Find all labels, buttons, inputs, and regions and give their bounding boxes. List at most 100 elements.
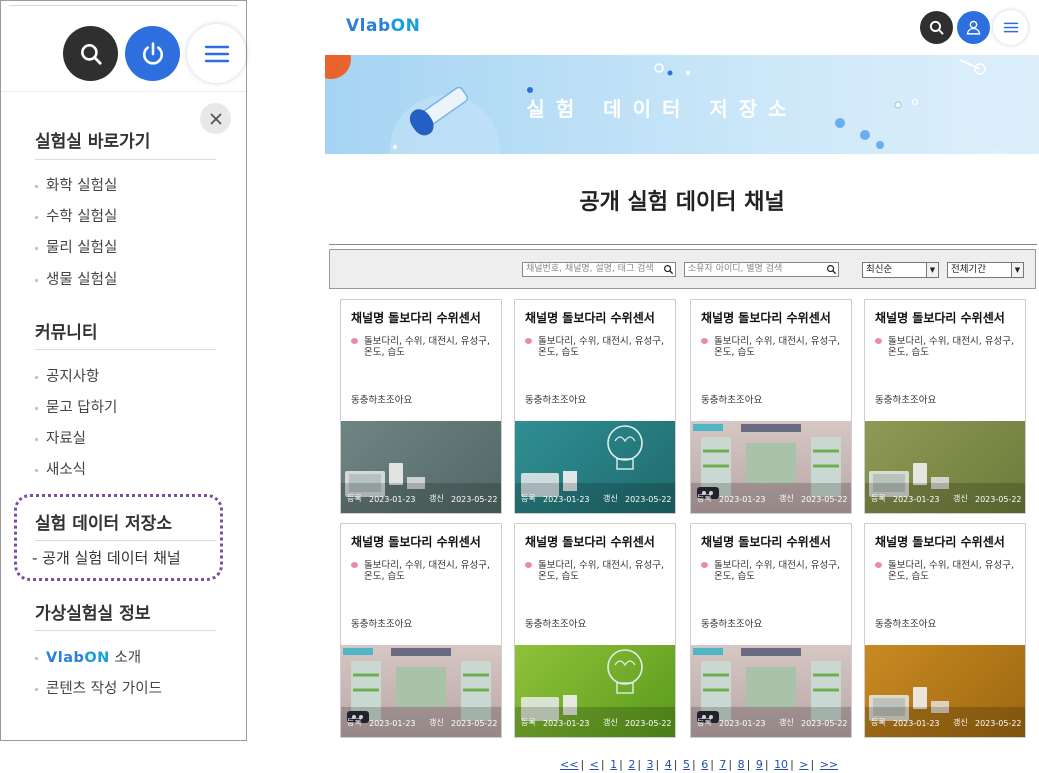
card-thumbnail[interactable]: 등록 2023-01-23 갱신 2023-05-22 [515,421,675,513]
menu-item-public-data-channel[interactable]: - 공개 실험 데이터 채널 [32,547,181,568]
channel-card[interactable]: 채널명 돌보다리 수위센서 돌보다리, 수위, 대전시, 유성구, 온도, 습도 동… [340,523,502,738]
page-link-5[interactable]: 5 [683,758,690,771]
registered-date: 2023-01-23 [719,719,766,728]
owner-search-input[interactable]: 소유자 아이디, 별명 검색 [684,262,839,277]
menu-item-biology-lab[interactable]: 생물 실험실 [35,268,117,289]
updated-label: 갱신 [779,494,794,503]
tag-icon [351,562,358,568]
header-search-button[interactable] [920,11,953,44]
page-link-7[interactable]: 7 [719,758,726,771]
search-icon [80,43,102,65]
mobile-header [1,1,246,92]
card-title[interactable]: 채널명 돌보다리 수위센서 [875,309,1005,326]
channel-search-input[interactable]: 채널번호, 채널명, 설명, 태그 검색 [522,262,676,277]
card-dates: 등록 2023-01-23 갱신 2023-05-22 [691,483,851,513]
divider [35,540,216,541]
registered-label: 등록 [521,718,536,727]
menu-item-about-vlabon[interactable]: VlabON 소개 [35,646,141,667]
user-icon [966,20,981,35]
header-menu-button[interactable] [993,10,1028,45]
card-thumbnail[interactable]: 등록 2023-01-23 갱신 2023-05-22 [341,645,501,737]
channel-card[interactable]: 채널명 돌보다리 수위센서 돌보다리, 수위, 대전시, 유성구, 온도, 습도 동… [340,299,502,514]
card-description: 동충하초조아요 [701,619,763,630]
first-page-link[interactable]: << [560,758,578,771]
card-dates: 등록 2023-01-23 갱신 2023-05-22 [341,707,501,737]
menu-button[interactable] [187,24,246,83]
sort-select[interactable]: 최신순 ▼ [862,262,939,278]
page-link-9[interactable]: 9 [756,758,763,771]
page-link-4[interactable]: 4 [665,758,672,771]
card-description: 동충하초조아요 [351,619,413,630]
chevron-down-icon: ▼ [926,263,938,277]
search-icon [929,20,944,35]
card-thumbnail[interactable]: 등록 2023-01-23 갱신 2023-05-22 [341,421,501,513]
page-link-2[interactable]: 2 [628,758,635,771]
card-thumbnail[interactable]: 등록 2023-01-23 갱신 2023-05-22 [865,645,1025,737]
search-icon[interactable] [826,264,837,275]
menu-item-chemistry-lab[interactable]: 화학 실험실 [35,174,117,195]
updated-label: 갱신 [779,718,794,727]
card-description: 동충하초조아요 [525,395,587,406]
updated-date: 2023-05-22 [625,719,672,728]
site-logo[interactable]: VlabON [346,16,420,36]
channel-card[interactable]: 채널명 돌보다리 수위센서 돌보다리, 수위, 대전시, 유성구, 온도, 습도 동… [690,299,852,514]
card-tags: 돌보다리, 수위, 대전시, 유성구, 온도, 습도 [525,560,673,582]
registered-label: 등록 [871,494,886,503]
updated-label: 갱신 [603,494,618,503]
menu-item-news[interactable]: 새소식 [35,458,86,479]
page-link-8[interactable]: 8 [738,758,745,771]
card-title[interactable]: 채널명 돌보다리 수위센서 [351,309,481,326]
power-button[interactable] [125,26,180,81]
menu-item-physics-lab[interactable]: 물리 실험실 [35,236,117,257]
card-tags: 돌보다리, 수위, 대전시, 유성구, 온도, 습도 [701,560,849,582]
registered-date: 2023-01-23 [369,719,416,728]
channel-card[interactable]: 채널명 돌보다리 수위센서 돌보다리, 수위, 대전시, 유성구, 온도, 습도 동… [514,523,676,738]
updated-label: 갱신 [429,494,444,503]
page-link-6[interactable]: 6 [701,758,708,771]
channel-card[interactable]: 채널명 돌보다리 수위센서 돌보다리, 수위, 대전시, 유성구, 온도, 습도 동… [514,299,676,514]
updated-date: 2023-05-22 [625,495,672,504]
card-thumbnail[interactable]: 등록 2023-01-23 갱신 2023-05-22 [691,645,851,737]
next-page-link[interactable]: > [799,758,808,771]
search-button[interactable] [63,26,118,81]
card-description: 동충하초조아요 [875,395,937,406]
page-link-1[interactable]: 1 [610,758,617,771]
menu-item-content-guide[interactable]: 콘텐츠 작성 가이드 [35,677,162,698]
page-link-10[interactable]: 10 [774,758,788,771]
channel-card[interactable]: 채널명 돌보다리 수위센서 돌보다리, 수위, 대전시, 유성구, 온도, 습도 동… [864,523,1026,738]
tag-icon [701,338,708,344]
card-dates: 등록 2023-01-23 갱신 2023-05-22 [691,707,851,737]
tag-icon [875,562,882,568]
power-icon [142,41,163,65]
prev-page-link[interactable]: < [590,758,599,771]
channel-card[interactable]: 채널명 돌보다리 수위센서돌보다리, 수위, 대전시, 유성구, 온도, 습도동… [690,523,852,738]
divider [35,630,216,631]
search-icon[interactable] [663,264,674,275]
card-title[interactable]: 채널명 돌보다리 수위센서 [525,309,655,326]
section-title-virtual-lab-info: 가상실험실 정보 [35,604,151,624]
card-title[interactable]: 채널명 돌보다리 수위센서 [525,533,655,550]
section-title-data-repository[interactable]: 실험 데이터 저장소 [35,509,172,534]
card-title[interactable]: 채널명 돌보다리 수위센서 [701,309,831,326]
period-select[interactable]: 전체기간 ▼ [947,262,1024,278]
divider [35,159,216,160]
card-title[interactable]: 채널명 돌보다리 수위센서 [701,533,831,550]
channel-card[interactable]: 채널명 돌보다리 수위센서 돌보다리, 수위, 대전시, 유성구, 온도, 습도 동… [864,299,1026,514]
card-thumbnail[interactable]: 등록 2023-01-23 갱신 2023-05-22 [515,645,675,737]
page-link-3[interactable]: 3 [647,758,654,771]
user-button[interactable] [957,11,990,44]
last-page-link[interactable]: >> [820,758,838,771]
card-title[interactable]: 채널명 돌보다리 수위센서 [351,533,481,550]
card-title[interactable]: 채널명 돌보다리 수위센서 [875,533,1005,550]
menu-item-resources[interactable]: 자료실 [35,427,86,448]
card-thumbnail[interactable]: 등록 2023-01-23 갱신 2023-05-22 [865,421,1025,513]
filter-bar: 채널번호, 채널명, 설명, 태그 검색 소유자 아이디, 별명 검색 최신순 … [329,249,1036,289]
hero-banner: 실험 데이터 저장소 [325,55,1039,154]
card-thumbnail[interactable]: 등록 2023-01-23 갱신 2023-05-22 [691,421,851,513]
updated-date: 2023-05-22 [451,719,498,728]
menu-item-math-lab[interactable]: 수학 실험실 [35,205,117,226]
menu-item-qna[interactable]: 묻고 답하기 [35,396,117,417]
menu-item-notices[interactable]: 공지사항 [35,365,99,386]
mobile-menu-panel: 실험실 바로가기 화학 실험실 수학 실험실 물리 실험실 생물 실험실 커뮤니… [0,0,247,741]
close-menu-button[interactable] [200,103,231,134]
